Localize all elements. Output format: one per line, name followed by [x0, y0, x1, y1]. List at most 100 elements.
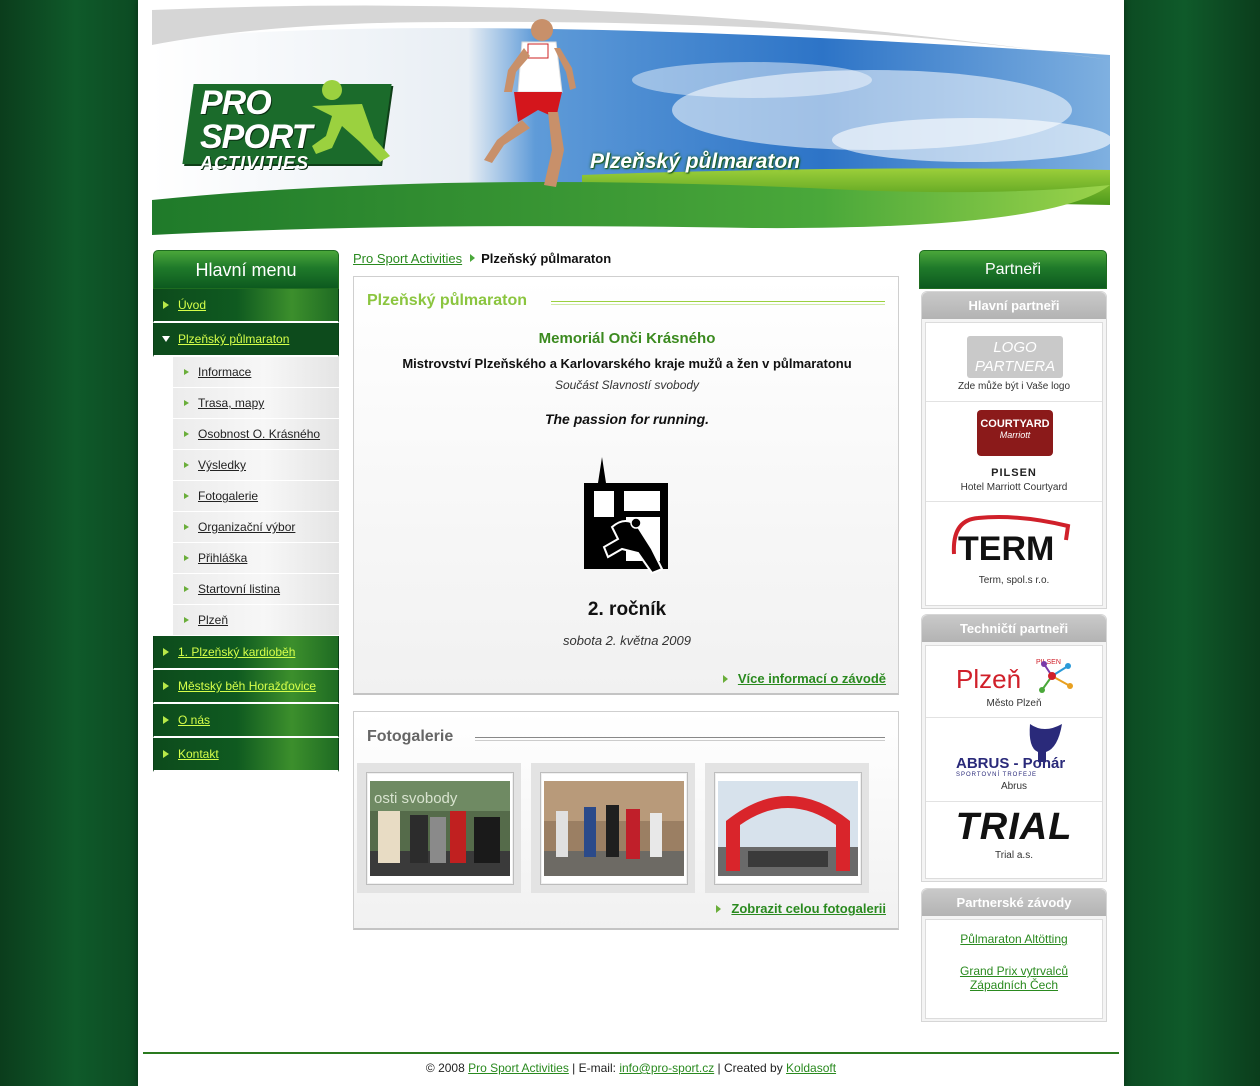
placeholder-caption: Zde může být i Vaše logo: [957, 381, 1071, 392]
menu-item-pulmaraton[interactable]: Plzeňský půlmaraton: [153, 323, 339, 357]
main-partners-box: Hlavní partneři LOGO PARTNERA Zde může b…: [921, 291, 1107, 609]
gallery-all-row: Zobrazit celou fotogalerii: [716, 901, 886, 916]
submenu-link[interactable]: Přihláška: [198, 543, 247, 573]
courtyard-name: COURTYARD: [980, 418, 1050, 430]
submenu-link[interactable]: Plzeň: [198, 605, 228, 635]
photo-start-arch: [718, 781, 858, 876]
submenu-link[interactable]: Fotogalerie: [198, 481, 258, 511]
arrow-right-icon: [184, 369, 189, 375]
menu-link-kardiobeh[interactable]: 1. Plzeňský kardioběh: [178, 636, 295, 668]
abrus-logo: ABRUS - Pohár SPORTOVNÍ TROFEJE: [956, 724, 1065, 778]
page: PRO SPORT ACTIVITIES Plzeňský půlmaraton…: [138, 0, 1124, 1086]
gallery-thumb-2[interactable]: [531, 763, 695, 893]
menu-item-kardiobeh[interactable]: 1. Plzeňský kardioběh: [153, 636, 339, 670]
menu-link-o-nas[interactable]: O nás: [178, 704, 210, 736]
gallery-box: Fotogalerie osti svobody Zobrazit celou …: [353, 711, 899, 930]
title-divider: [551, 301, 885, 305]
partner-plzen[interactable]: PILSEN Plzeň Město Plzeň: [926, 646, 1102, 718]
submenu-item-vysledky[interactable]: Výsledky: [173, 450, 339, 481]
gallery-thumb-3[interactable]: [705, 763, 869, 893]
arrow-right-icon: [184, 617, 189, 623]
submenu-item-plzen[interactable]: Plzeň: [173, 605, 339, 636]
arrow-right-icon: [184, 431, 189, 437]
abrus-sub-text: SPORTOVNÍ TROFEJE: [956, 771, 1037, 778]
photo-frame: osti svobody: [366, 772, 514, 885]
submenu-link[interactable]: Trasa, mapy: [198, 388, 264, 418]
arrow-right-icon: [184, 555, 189, 561]
arrow-right-icon: [184, 586, 189, 592]
breadcrumb-home-link[interactable]: Pro Sport Activities: [353, 251, 462, 266]
arrow-down-icon: [162, 336, 170, 342]
menu-item-horazdovice[interactable]: Městský běh Horažďovice: [153, 670, 339, 704]
grand-prix-line2[interactable]: Západních Čech: [926, 978, 1102, 992]
tech-partners-list: PILSEN Plzeň Město Plzeň ABRUS - Pohár S…: [925, 645, 1103, 879]
plzen-small-text: PILSEN: [1036, 659, 1061, 666]
menu-item-kontakt[interactable]: Kontakt: [153, 738, 339, 772]
arrow-right-icon: [184, 462, 189, 468]
logo-placeholder: LOGO PARTNERA: [967, 336, 1063, 378]
menu-link-uvod[interactable]: Úvod: [178, 289, 206, 321]
photo-banner-text: osti svobody: [374, 790, 458, 807]
submenu-link[interactable]: Informace: [198, 357, 251, 387]
menu-item-o-nas[interactable]: O nás: [153, 704, 339, 738]
submenu-item-trasa[interactable]: Trasa, mapy: [173, 388, 339, 419]
arrow-right-icon: [163, 648, 169, 656]
tech-partners-title: Techničtí partneři: [922, 615, 1106, 642]
breadcrumb: Pro Sport Activities Plzeňský půlmaraton: [353, 250, 899, 268]
footer: © 2008 Pro Sport Activities | E-mail: in…: [138, 1061, 1124, 1075]
footer-created-label: | Created by: [714, 1061, 787, 1075]
race-info-box: Plzeňský půlmaraton Memoriál Onči Krásné…: [353, 276, 899, 695]
submenu-link[interactable]: Organizační výbor: [198, 512, 295, 542]
menu-link-horazdovice[interactable]: Městský běh Horažďovice: [178, 670, 316, 702]
plzen-logo: PILSEN Plzeň: [956, 659, 1073, 694]
gallery-all-link[interactable]: Zobrazit celou fotogalerii: [731, 901, 886, 916]
race-link-altotting[interactable]: Půlmaraton Altötting: [926, 932, 1102, 946]
more-info-link[interactable]: Více informací o závodě: [738, 671, 886, 686]
gallery-thumb-1[interactable]: osti svobody: [357, 763, 521, 893]
championship-text: Mistrovství Plzeňského a Karlovarského k…: [402, 356, 852, 371]
gallery-title: Fotogalerie: [367, 728, 454, 745]
submenu-item-prihlaska[interactable]: Přihláška: [173, 543, 339, 574]
submenu-item-fotogalerie[interactable]: Fotogalerie: [173, 481, 339, 512]
term-logo-text: TERM: [958, 530, 1054, 568]
abrus-caption: Abrus: [1000, 781, 1028, 792]
footer-divider: [143, 1052, 1119, 1054]
submenu-item-startovni[interactable]: Startovní listina: [173, 574, 339, 605]
submenu-link[interactable]: Osobnost O. Krásného: [198, 419, 320, 449]
courtyard-caption: Hotel Marriott Courtyard: [960, 482, 1068, 493]
logo-placeholder-line1: LOGO: [993, 339, 1037, 356]
photo-runners: [544, 781, 684, 876]
submenu-link[interactable]: Výsledky: [198, 450, 246, 480]
race-link-grand-prix[interactable]: Grand Prix vytrvalců Západních Čech: [926, 964, 1102, 992]
partner-trial[interactable]: TRIAL Trial a.s.: [926, 802, 1102, 878]
submenu-item-vybor[interactable]: Organizační výbor: [173, 512, 339, 543]
grand-prix-line1[interactable]: Grand Prix vytrvalců: [926, 964, 1102, 978]
menu-link-pulmaraton[interactable]: Plzeňský půlmaraton: [178, 323, 289, 355]
race-date: sobota 2. května 2009: [563, 633, 691, 648]
partner-placeholder[interactable]: LOGO PARTNERA Zde může být i Vaše logo: [926, 323, 1102, 402]
footer-email-link[interactable]: info@pro-sport.cz: [619, 1061, 714, 1075]
partner-races-title: Partnerské závody: [922, 889, 1106, 916]
menu-item-uvod[interactable]: Úvod: [153, 289, 339, 323]
partner-courtyard[interactable]: COURTYARD Marriott PILSEN Hotel Marriott…: [926, 402, 1102, 502]
arrow-right-icon: [184, 400, 189, 406]
header-banner: PRO SPORT ACTIVITIES Plzeňský půlmaraton: [152, 0, 1110, 240]
logo-line1: PRO: [200, 84, 272, 122]
race-box-title: Plzeňský půlmaraton: [367, 292, 528, 309]
footer-company-link[interactable]: Pro Sport Activities: [468, 1061, 569, 1075]
submenu-item-osobnost[interactable]: Osobnost O. Krásného: [173, 419, 339, 450]
site-logo[interactable]: PRO SPORT ACTIVITIES: [200, 84, 313, 172]
courtyard-logo: COURTYARD Marriott: [977, 410, 1053, 456]
footer-creator-link[interactable]: Koldasoft: [786, 1061, 836, 1075]
plzen-logo-text: Plzeň: [956, 664, 1021, 694]
submenu-link[interactable]: Startovní listina: [198, 574, 280, 604]
partner-abrus[interactable]: ABRUS - Pohár SPORTOVNÍ TROFEJE Abrus: [926, 718, 1102, 802]
partner-term[interactable]: TERM Term, spol.s r.o.: [926, 502, 1102, 606]
menu-link-kontakt[interactable]: Kontakt: [178, 738, 219, 770]
arrow-right-icon: [163, 301, 169, 309]
term-logo: TERM: [951, 515, 1071, 568]
footer-email-label: | E-mail:: [568, 1061, 620, 1075]
arrow-right-icon: [716, 905, 722, 913]
race-logo-icon: [584, 457, 668, 575]
submenu-item-informace[interactable]: Informace: [173, 357, 339, 388]
